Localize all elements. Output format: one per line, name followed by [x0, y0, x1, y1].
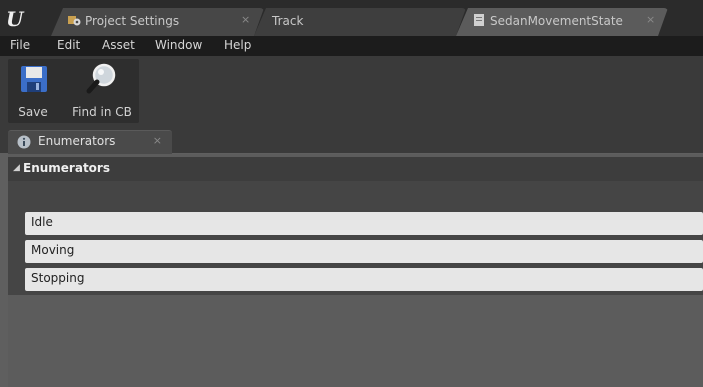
category-header[interactable]: ◢ Enumerators — [8, 157, 703, 181]
tab-label: SedanMovementState — [490, 14, 623, 28]
enumerator-name[interactable]: Moving — [31, 243, 74, 257]
save-icon — [21, 66, 47, 92]
menu-file[interactable]: File — [10, 38, 30, 52]
save-label: Save — [18, 105, 48, 119]
menu-asset[interactable]: Asset — [102, 38, 135, 52]
gear-icon — [67, 13, 81, 27]
tab-enumerators[interactable]: Enumerators × — [8, 130, 172, 154]
close-icon[interactable]: × — [241, 13, 250, 26]
tab-label: Track — [272, 14, 304, 28]
enumerator-name[interactable]: Stopping — [31, 271, 84, 285]
enum-asset-icon — [472, 13, 486, 27]
info-icon — [17, 135, 31, 149]
collapse-arrow-icon[interactable]: ◢ — [13, 163, 20, 173]
tab-label: Project Settings — [85, 14, 180, 28]
tab-label: Enumerators — [38, 134, 116, 148]
find-in-cb-button[interactable]: Find in CB — [66, 59, 138, 123]
save-button[interactable]: Save — [8, 59, 58, 123]
menu-help[interactable]: Help — [224, 38, 251, 52]
category-title: Enumerators — [23, 161, 110, 175]
unreal-logo-icon[interactable]: U — [6, 8, 28, 30]
enumerator-row[interactable]: Moving — [25, 240, 703, 263]
close-icon[interactable]: × — [646, 13, 655, 26]
enumerator-name[interactable]: Idle — [31, 215, 53, 229]
enumerator-row[interactable]: Stopping — [25, 268, 703, 291]
toolbar: Save Find in CB — [8, 59, 139, 123]
close-icon[interactable]: × — [153, 134, 162, 147]
find-in-cb-label: Find in CB — [72, 105, 132, 119]
menu-bar: File Edit Asset Window Help — [0, 36, 703, 56]
menu-window[interactable]: Window — [155, 38, 202, 52]
tab-project-settings[interactable]: Project Settings × — [51, 8, 264, 36]
magnifier-icon — [86, 63, 116, 94]
tab-track[interactable]: Track — [254, 8, 466, 36]
tab-sedan-movement-state[interactable]: SedanMovementState × — [456, 8, 668, 36]
enumerator-row[interactable]: Idle — [25, 212, 703, 235]
menu-edit[interactable]: Edit — [57, 38, 80, 52]
